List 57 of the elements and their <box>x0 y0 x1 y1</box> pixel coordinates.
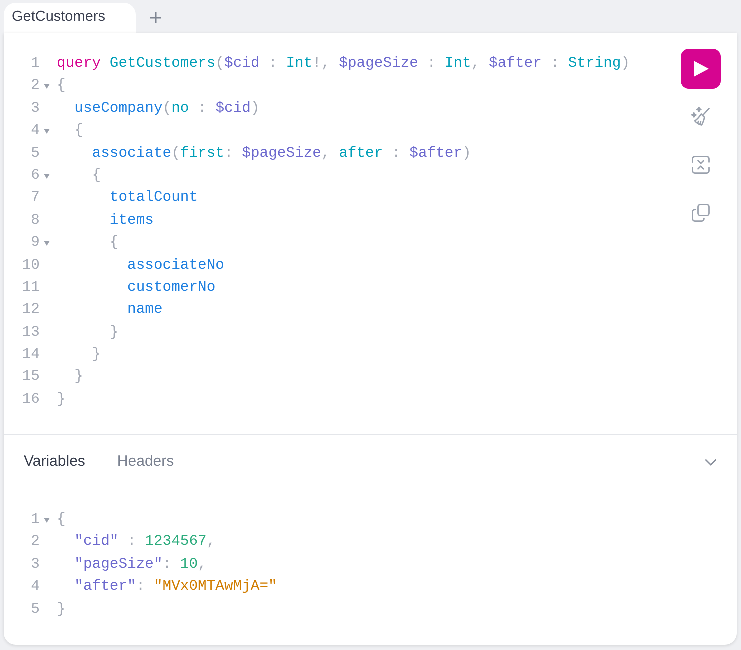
line-number: 2 <box>31 533 40 552</box>
line-number: 13 <box>22 324 40 343</box>
line-number: 11 <box>22 278 40 298</box>
code-line: } <box>110 324 119 343</box>
copy-icon[interactable] <box>690 202 712 224</box>
fold-arrow-icon[interactable] <box>44 518 50 523</box>
code-line: "cid" : 1234567, <box>74 533 216 552</box>
line-number: 16 <box>22 390 40 410</box>
line-number: 3 <box>31 556 40 575</box>
line-number: 6 <box>31 166 40 186</box>
code-line: "pageSize": 10, <box>74 556 207 575</box>
line-number: 4 <box>31 122 40 142</box>
code-line: associate(first: $pageSize, after : $after) <box>92 144 472 164</box>
line-number: 3 <box>31 100 40 119</box>
fold-arrow-icon[interactable] <box>44 84 50 90</box>
play-icon <box>694 61 708 77</box>
code-line: { <box>110 234 119 254</box>
merge-fragments-icon[interactable] <box>690 154 712 176</box>
code-line: { <box>57 511 66 530</box>
line-number: 5 <box>31 600 40 620</box>
line-number: 12 <box>22 301 40 320</box>
code-line: { <box>74 122 84 142</box>
line-number: 8 <box>31 212 40 231</box>
line-number: 1 <box>31 511 40 530</box>
query-tab[interactable]: GetCustomers <box>4 3 136 33</box>
line-number: 4 <box>31 578 40 598</box>
code-line: } <box>74 368 84 388</box>
code-line: customerNo <box>128 278 216 298</box>
code-line: useCompany(no : $cid) <box>74 100 260 119</box>
line-number: 1 <box>31 55 40 74</box>
code-line: totalCount <box>110 189 198 208</box>
line-number: 10 <box>22 256 40 276</box>
line-number: 9 <box>31 234 40 254</box>
chevron-down-icon[interactable] <box>705 458 717 466</box>
editor-tab[interactable]: Headers <box>109 448 182 476</box>
code-line: } <box>57 390 66 410</box>
code-line: "after": "MVx0MTAwMjA=" <box>74 578 278 598</box>
editor-tab[interactable]: Variables <box>16 448 94 476</box>
line-number: 2 <box>31 77 40 96</box>
fold-arrow-icon[interactable] <box>44 240 50 246</box>
fold-arrow-icon[interactable] <box>44 128 50 134</box>
code-line: items <box>110 212 154 231</box>
sparkle-broom-icon[interactable] <box>690 106 712 128</box>
plus-icon[interactable] <box>150 12 162 24</box>
code-line: } <box>92 346 102 366</box>
run-button[interactable] <box>681 49 721 89</box>
code-line: query GetCustomers($cid : Int!, $pageSize : Int, $after : String) <box>57 55 630 74</box>
fold-arrow-icon[interactable] <box>44 174 50 179</box>
code-line: { <box>57 77 66 96</box>
code-line: { <box>92 166 102 186</box>
line-number: 7 <box>31 189 40 208</box>
code-line: associateNo <box>128 256 224 276</box>
line-number: 15 <box>22 368 40 388</box>
code-line: name <box>128 301 163 320</box>
line-number: 14 <box>22 346 40 366</box>
line-number: 5 <box>31 144 40 164</box>
code-line: } <box>57 600 66 620</box>
